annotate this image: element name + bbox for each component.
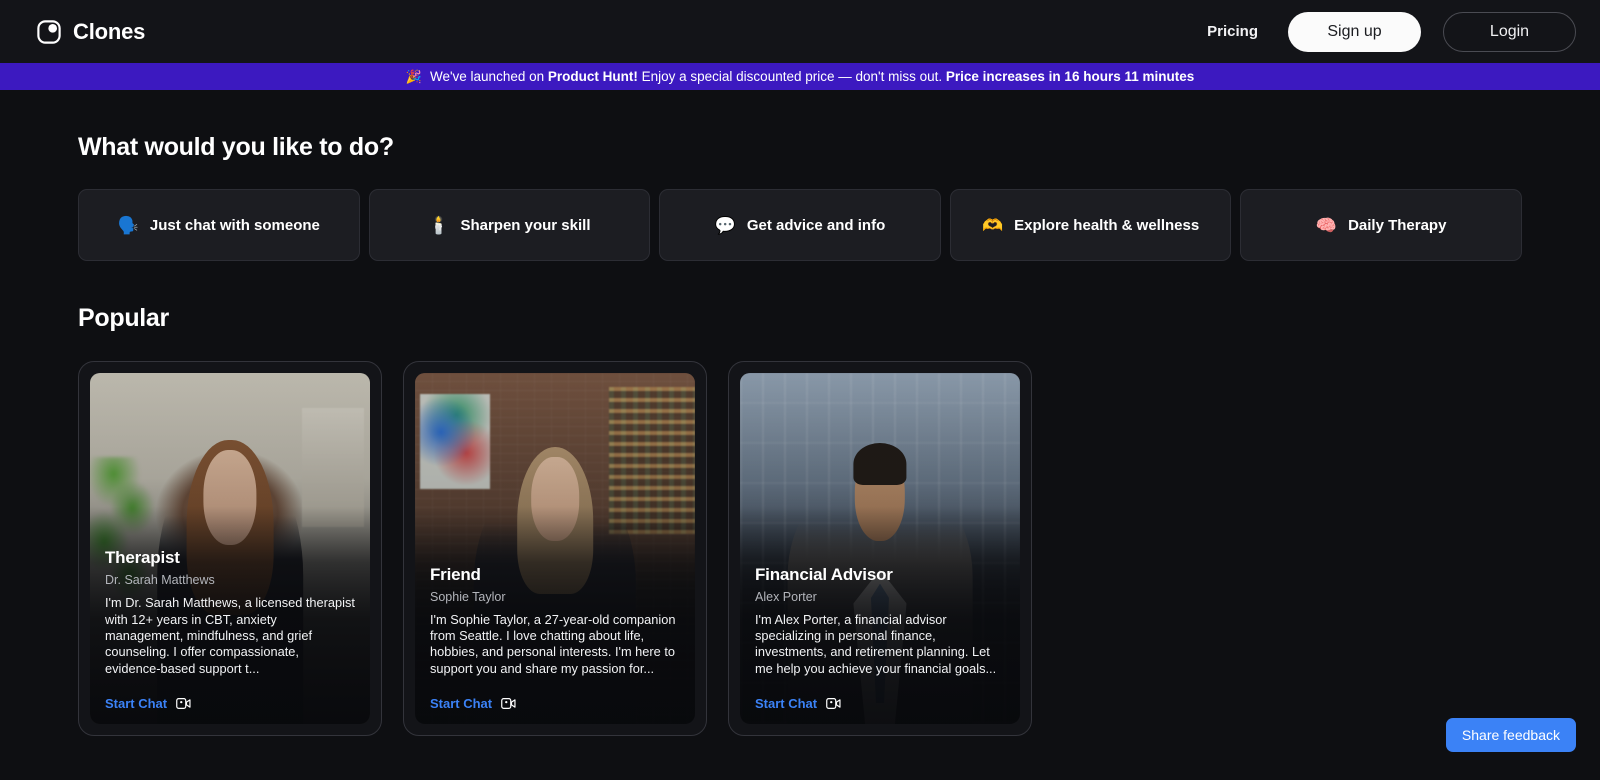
brand-name: Clones — [73, 18, 146, 44]
category-card-health-wellness[interactable]: 🫶 Explore health & wellness — [949, 189, 1232, 261]
category-label: Daily Therapy — [1348, 216, 1447, 234]
heart-hands-icon: 🫶 — [981, 215, 1004, 235]
start-chat-button[interactable]: Start Chat — [430, 696, 680, 711]
category-row: 🗣️ Just chat with someone 🕯️ Sharpen you… — [78, 189, 1522, 261]
promo-text-2: Enjoy a special discounted price — don't… — [637, 69, 946, 84]
persona-card-body: Friend Sophie Taylor I'm Sophie Taylor, … — [415, 551, 695, 725]
category-card-get-advice[interactable]: 💬 Get advice and info — [659, 189, 941, 261]
site-header: Clones Pricing Sign up Login — [0, 0, 1600, 63]
category-card-just-chat[interactable]: 🗣️ Just chat with someone — [78, 189, 360, 261]
category-label: Sharpen your skill — [460, 216, 591, 234]
persona-card-inner: Friend Sophie Taylor I'm Sophie Taylor, … — [415, 373, 695, 724]
main-content: What would you like to do? 🗣️ Just chat … — [0, 133, 1600, 736]
category-label: Just chat with someone — [149, 216, 320, 234]
candle-icon: 🕯️ — [428, 215, 450, 235]
brand[interactable]: Clones — [36, 19, 145, 45]
persona-card-body: Therapist Dr. Sarah Matthews I'm Dr. Sar… — [90, 534, 370, 724]
persona-card-inner: Financial Advisor Alex Porter I'm Alex P… — [740, 373, 1020, 724]
persona-subtitle: Sophie Taylor — [430, 589, 506, 604]
start-chat-label: Start Chat — [105, 696, 168, 711]
start-chat-button[interactable]: Start Chat — [755, 696, 1005, 711]
signup-button[interactable]: Sign up — [1288, 11, 1421, 52]
start-chat-button[interactable]: Start Chat — [105, 696, 355, 711]
party-popper-icon: 🎉 — [405, 69, 422, 84]
persona-card-financial-advisor[interactable]: Financial Advisor Alex Porter I'm Alex P… — [728, 361, 1032, 736]
nav-link-pricing[interactable]: Pricing — [1199, 23, 1266, 40]
persona-title: Financial Advisor — [755, 564, 893, 584]
popular-card-row: Therapist Dr. Sarah Matthews I'm Dr. Sar… — [78, 361, 1522, 736]
promo-bold-1: Product Hunt! — [547, 69, 638, 84]
persona-title: Therapist — [105, 548, 180, 568]
speech-balloon-icon: 💬 — [714, 215, 736, 235]
persona-card-friend[interactable]: Friend Sophie Taylor I'm Sophie Taylor, … — [403, 361, 707, 736]
login-button[interactable]: Login — [1443, 11, 1576, 52]
category-label: Get advice and info — [746, 216, 886, 234]
speech-bubble-icon: 🗣️ — [117, 215, 139, 235]
video-chat-icon — [826, 697, 841, 710]
start-chat-label: Start Chat — [430, 696, 493, 711]
persona-description: I'm Sophie Taylor, a 27-year-old compani… — [430, 611, 676, 676]
promo-text-1: We've launched on — [429, 69, 548, 84]
persona-card-body: Financial Advisor Alex Porter I'm Alex P… — [740, 551, 1020, 725]
brain-icon: 🧠 — [1315, 215, 1338, 235]
persona-subtitle: Dr. Sarah Matthews — [105, 573, 215, 588]
share-feedback-button[interactable]: Share feedback — [1445, 718, 1576, 752]
promo-banner[interactable]: 🎉 We've launched on Product Hunt! Enjoy … — [0, 63, 1600, 90]
persona-title: Friend — [430, 564, 481, 584]
video-chat-icon — [501, 697, 516, 710]
category-card-daily-therapy[interactable]: 🧠 Daily Therapy — [1240, 189, 1522, 261]
promo-banner-text: We've launched on Product Hunt! Enjoy a … — [430, 69, 1194, 84]
persona-description: I'm Alex Porter, a financial advisor spe… — [755, 611, 997, 676]
header-nav: Pricing Sign up Login — [1199, 11, 1576, 52]
clones-logo-icon — [36, 19, 62, 45]
category-card-sharpen-skill[interactable]: 🕯️ Sharpen your skill — [368, 189, 651, 261]
video-chat-icon — [176, 697, 191, 710]
promo-bold-2: Price increases in 16 hours 11 minutes — [945, 69, 1195, 84]
popular-section-title: Popular — [78, 304, 169, 332]
page-title: What would you like to do? — [78, 133, 394, 161]
persona-card-therapist[interactable]: Therapist Dr. Sarah Matthews I'm Dr. Sar… — [78, 361, 382, 736]
start-chat-label: Start Chat — [755, 696, 818, 711]
persona-card-inner: Therapist Dr. Sarah Matthews I'm Dr. Sar… — [90, 373, 370, 724]
persona-description: I'm Dr. Sarah Matthews, a licensed thera… — [105, 595, 355, 676]
persona-subtitle: Alex Porter — [755, 589, 817, 604]
category-label: Explore health & wellness — [1014, 216, 1200, 234]
